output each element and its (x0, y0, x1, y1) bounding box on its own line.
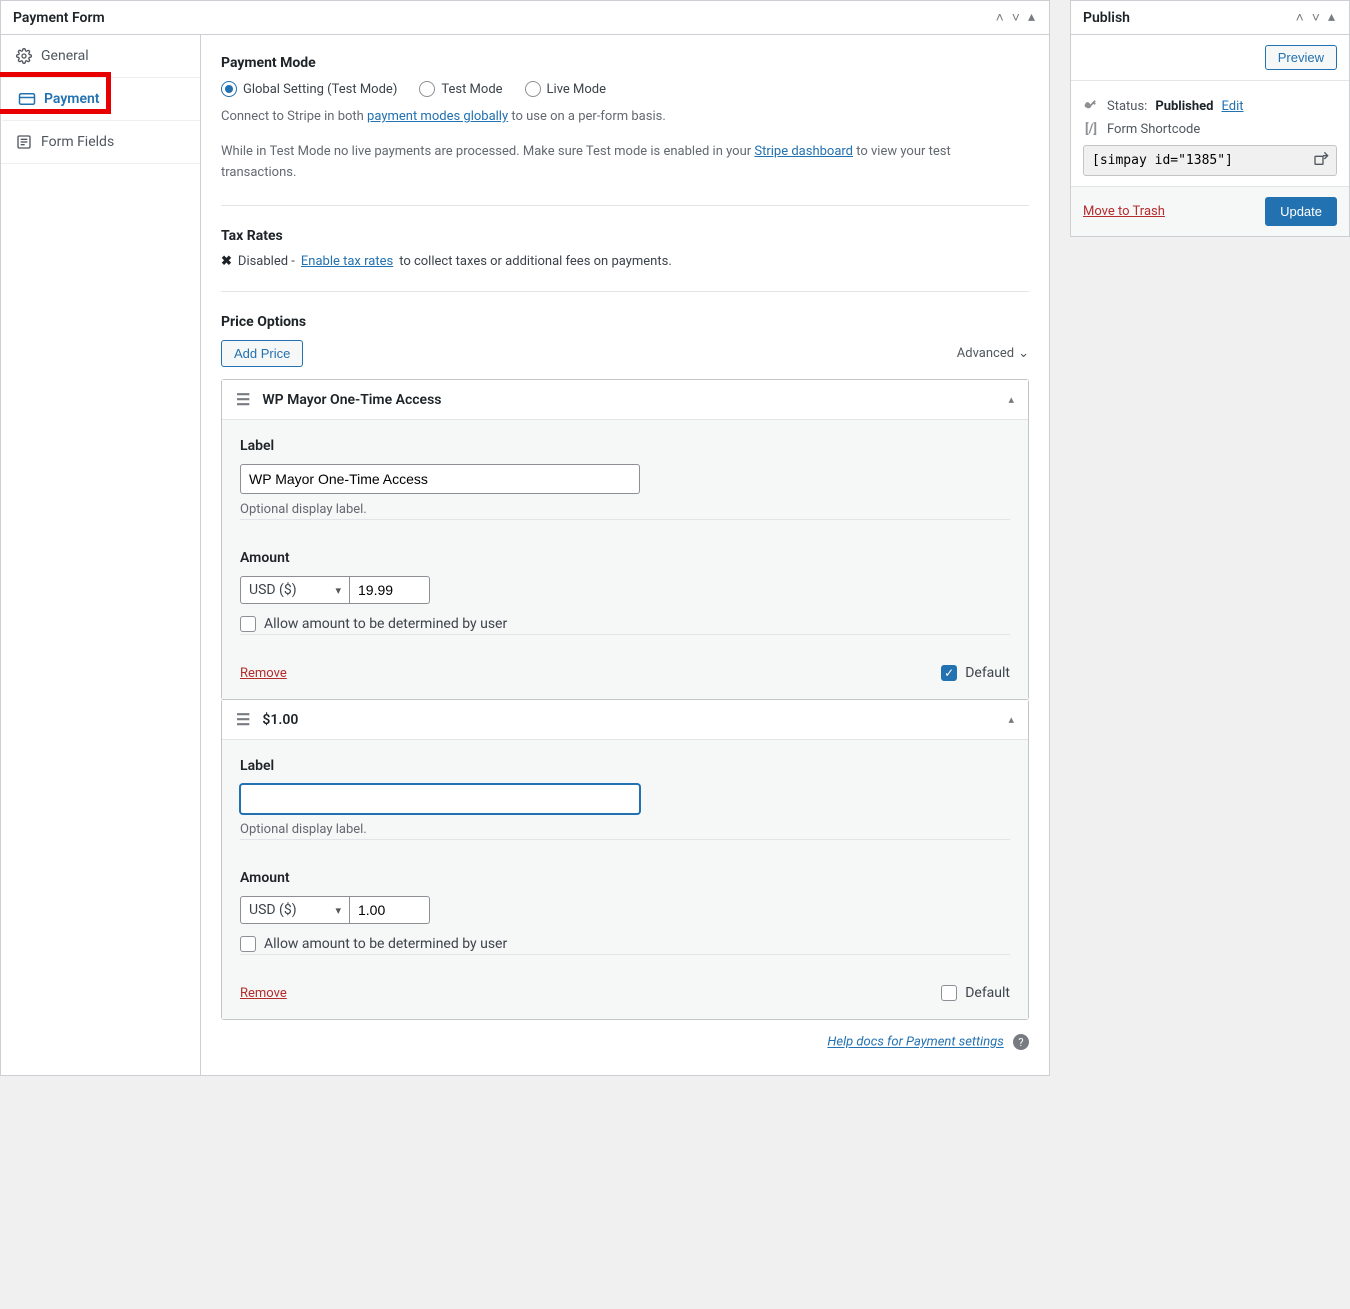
price-item-header[interactable]: ☰ WP Mayor One-Time Access ▴ (222, 380, 1028, 419)
chevron-down-icon: ▾ (335, 584, 341, 597)
shortcode-icon: [/] (1083, 122, 1099, 137)
default-checkbox[interactable] (941, 665, 957, 681)
panel-down-icon[interactable]: ˅ (1010, 9, 1022, 26)
payment-mode-desc: Connect to Stripe in both payment modes … (221, 107, 1029, 128)
tab-form-fields-label: Form Fields (41, 134, 114, 150)
collapse-icon[interactable]: ▴ (1008, 713, 1014, 726)
radio-test-mode[interactable]: Test Mode (419, 81, 502, 97)
currency-value: USD ($) (249, 582, 297, 598)
key-icon (1083, 100, 1099, 113)
radio-off-icon (419, 81, 435, 97)
link-enable-tax-rates[interactable]: Enable tax rates (301, 254, 393, 269)
label-heading: Label (240, 758, 1010, 774)
radio-global-label: Global Setting (Test Mode) (243, 82, 397, 97)
tax-rest: to collect taxes or additional fees on p… (399, 254, 672, 269)
radio-off-icon (525, 81, 541, 97)
drag-handle-icon[interactable]: ☰ (236, 710, 250, 729)
advanced-toggle[interactable]: Advanced ⌄ (957, 346, 1029, 361)
link-stripe-dashboard[interactable]: Stripe dashboard (754, 144, 853, 159)
edit-status-link[interactable]: Edit (1221, 99, 1243, 114)
remove-price-link[interactable]: Remove (240, 666, 287, 681)
remove-price-link[interactable]: Remove (240, 986, 287, 1001)
panel-down-icon[interactable]: ˅ (1310, 9, 1322, 26)
radio-live-label: Live Mode (547, 82, 606, 97)
allow-user-amount-checkbox[interactable] (240, 936, 256, 952)
panel-title: Payment Form (13, 10, 105, 26)
panel-up-icon[interactable]: ˄ (1294, 9, 1306, 26)
radio-live-mode[interactable]: Live Mode (525, 81, 606, 97)
x-icon: ✖ (221, 254, 232, 269)
chevron-down-icon: ⌄ (1018, 346, 1029, 361)
chevron-down-icon: ▾ (335, 904, 341, 917)
tab-general-label: General (41, 48, 89, 64)
default-label: Default (965, 985, 1010, 1001)
panel-up-icon[interactable]: ˄ (994, 9, 1006, 26)
move-to-trash-link[interactable]: Move to Trash (1083, 204, 1165, 219)
collapse-icon[interactable]: ▴ (1008, 393, 1014, 406)
allow-user-amount-label: Allow amount to be determined by user (264, 616, 507, 632)
form-icon (15, 133, 33, 151)
panel-collapse-icon[interactable]: ▴ (1326, 9, 1337, 26)
status-value: Published (1155, 99, 1213, 114)
price-item-title: WP Mayor One-Time Access (262, 392, 441, 408)
link-payment-modes-globally[interactable]: payment modes globally (367, 109, 508, 124)
gear-icon (15, 47, 33, 65)
price-label-input[interactable] (240, 464, 640, 494)
tax-status: Disabled - (238, 254, 295, 269)
default-label: Default (965, 665, 1010, 681)
credit-card-icon (18, 90, 36, 108)
copy-icon[interactable] (1313, 151, 1329, 167)
currency-value: USD ($) (249, 902, 297, 918)
currency-select[interactable]: USD ($) ▾ (240, 576, 350, 604)
preview-button[interactable]: Preview (1265, 45, 1337, 70)
amount-heading: Amount (240, 870, 1010, 886)
heading-payment-mode: Payment Mode (221, 55, 1029, 71)
heading-price-options: Price Options (221, 314, 1029, 330)
panel-collapse-icon[interactable]: ▴ (1026, 9, 1037, 26)
tab-payment-label: Payment (44, 91, 100, 107)
publish-title: Publish (1083, 10, 1130, 26)
price-item: ☰ WP Mayor One-Time Access ▴ Label Optio… (221, 379, 1029, 700)
tab-payment[interactable]: Payment (1, 78, 200, 121)
price-item-header[interactable]: ☰ $1.00 ▴ (222, 700, 1028, 739)
advanced-label: Advanced (957, 346, 1014, 361)
currency-select[interactable]: USD ($) ▾ (240, 896, 350, 924)
label-heading: Label (240, 438, 1010, 454)
drag-handle-icon[interactable]: ☰ (236, 390, 250, 409)
amount-input[interactable] (350, 576, 430, 604)
shortcode-input[interactable] (1083, 145, 1337, 176)
radio-on-icon (221, 81, 237, 97)
allow-user-amount-label: Allow amount to be determined by user (264, 936, 507, 952)
add-price-button[interactable]: Add Price (221, 340, 303, 367)
test-mode-note: While in Test Mode no live payments are … (221, 142, 1029, 184)
heading-tax-rates: Tax Rates (221, 228, 1029, 244)
shortcode-label: Form Shortcode (1107, 122, 1200, 137)
radio-global-setting[interactable]: Global Setting (Test Mode) (221, 81, 397, 97)
label-hint: Optional display label. (240, 822, 1010, 837)
help-icon[interactable]: ? (1013, 1034, 1029, 1050)
help-docs-link[interactable]: Help docs for Payment settings (827, 1035, 1003, 1050)
default-checkbox[interactable] (941, 985, 957, 1001)
price-item: ☰ $1.00 ▴ Label Optional display label. (221, 699, 1029, 1020)
radio-test-label: Test Mode (441, 82, 502, 97)
status-label: Status: (1107, 99, 1147, 114)
tab-form-fields[interactable]: Form Fields (1, 121, 200, 164)
label-hint: Optional display label. (240, 502, 1010, 517)
tab-general[interactable]: General (1, 35, 200, 78)
price-label-input[interactable] (240, 784, 640, 814)
allow-user-amount-checkbox[interactable] (240, 616, 256, 632)
amount-heading: Amount (240, 550, 1010, 566)
price-item-title: $1.00 (262, 712, 298, 728)
update-button[interactable]: Update (1265, 197, 1337, 226)
amount-input[interactable] (350, 896, 430, 924)
